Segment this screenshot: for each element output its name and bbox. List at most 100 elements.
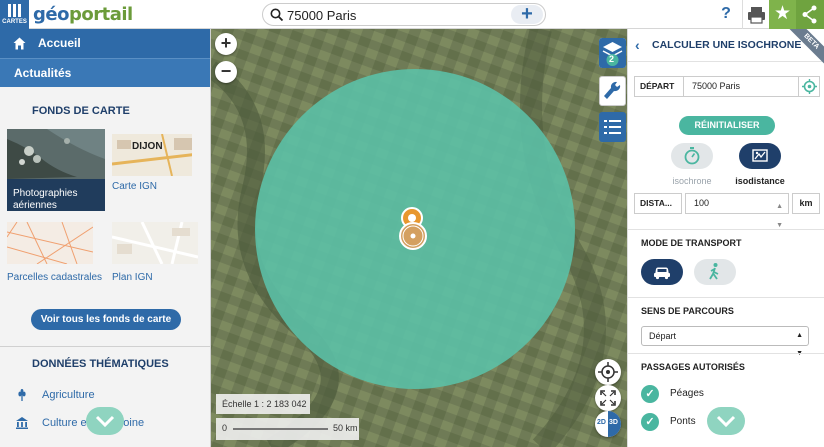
chevron-down-icon [95,415,115,428]
peages-checkbox[interactable]: ✓ [641,385,659,403]
distance-icon [752,149,768,162]
tile-label: Parcelles cadastrales [7,272,103,283]
share-button[interactable] [796,0,824,29]
scale-line [233,428,328,430]
see-all-basemaps-button[interactable]: Voir tous les fonds de carte [31,309,181,330]
print-button[interactable] [742,0,769,29]
target-icon [802,79,817,94]
layers-count-badge: 2 [609,54,615,64]
legend-button[interactable] [599,112,626,142]
menu-icon [0,4,29,17]
crosshair-icon [598,362,618,382]
layers-button[interactable]: 2 [599,38,626,68]
search-bar: + [262,3,546,26]
zoom-in-button[interactable]: + [215,33,237,55]
fullscreen-button[interactable] [595,385,621,411]
cartes-menu-button[interactable]: CARTES [0,0,29,29]
aerial-photo-thumbnail [7,129,105,179]
toggle-3d-label: 3D [609,419,618,426]
ponts-checkbox[interactable]: ✓ [641,413,659,431]
locate-departure-button[interactable] [798,77,819,96]
expand-icon [600,390,616,406]
museum-icon [16,417,28,429]
divider [628,353,824,354]
search-icon[interactable] [270,8,284,22]
distance-unit-select[interactable]: km [792,193,820,214]
back-chevron-icon[interactable]: ‹ [635,37,640,53]
stopwatch-icon [684,147,700,165]
scale-km-label: 50 km [333,423,358,433]
departure-field: DÉPART 75000 Paris [634,76,820,97]
theme-item-agriculture[interactable]: Agriculture [0,381,210,409]
cartes-label: CARTES [2,19,27,25]
map-city-label: DIJON [132,141,163,152]
plan-ign-thumbnail [111,221,199,265]
scale-ratio: Échelle 1 : 2 183 042 [216,394,310,414]
print-icon [748,7,765,24]
wrench-icon [604,81,621,99]
chevron-down-icon [716,415,736,428]
cadastre-thumbnail [6,221,94,265]
departure-marker[interactable] [396,204,430,252]
star-icon: ★ [773,3,792,24]
sidebar-item-accueil[interactable]: Accueil [0,29,210,58]
distance-label: DISTA... [634,193,682,214]
toggle-2d-3d-button[interactable]: 2D 3D [595,411,621,437]
geolocate-button[interactable] [595,359,621,385]
panel-header: ‹ CALCULER UNE ISOCHRONE BETA [628,29,824,68]
help-button[interactable]: ? [715,5,737,25]
isochrone-mode-button[interactable] [671,143,713,169]
favorite-button[interactable]: ★ [769,0,796,29]
passages-title: PASSAGES AUTORISÉS [641,362,745,372]
tools-button[interactable] [599,76,626,106]
divider [628,297,824,298]
isochrone-mode-label: isochrone [672,176,712,186]
left-sidebar: Accueil Actualités FONDS DE CARTE Photog… [0,29,211,447]
reset-button[interactable]: RÉINITIALISER [679,116,775,135]
geoportail-logo[interactable]: géoportail [33,4,133,25]
sens-parcours-value: Départ [649,331,677,341]
share-icon [802,5,817,24]
toggle-2d-label: 2D [597,419,606,426]
ponts-label: Ponts [670,416,696,427]
sidebar-scroll-down-button[interactable] [86,407,124,435]
theme-label: Agriculture [42,389,95,401]
peages-label: Péages [670,388,704,399]
basemap-tile-photographies[interactable]: Photographies aériennes [7,129,105,211]
departure-label: DÉPART [635,77,684,96]
sidebar-item-actualites[interactable]: Actualités [0,58,210,87]
search-input[interactable] [287,6,507,24]
search-options-button[interactable]: + [511,4,543,24]
home-icon [13,37,26,50]
scale-zero-label: 0 [222,423,228,433]
fonds-de-carte-title: FONDS DE CARTE [32,105,130,117]
distance-field: DISTA... 100 ▲ ▼ km [634,193,820,229]
panel-scroll-down-button[interactable] [707,407,745,435]
tile-label: Photographies aériennes [13,188,78,211]
car-icon [654,267,670,280]
wheat-icon [18,389,26,401]
isodistance-mode-button[interactable] [739,143,781,169]
divider [628,229,824,230]
top-bar: CARTES géoportail + ? ★ [0,0,824,29]
departure-input[interactable]: 75000 Paris [692,77,740,96]
basemap-tile-plan-ign[interactable]: Plan IGN [111,217,199,299]
pedestrian-transport-button[interactable] [694,259,736,285]
distance-value: 100 [694,198,710,208]
list-icon [604,120,621,134]
car-transport-button[interactable] [641,259,683,285]
carte-ign-thumbnail: DIJON [112,134,192,176]
walk-icon [709,263,719,280]
tile-label: Carte IGN [112,181,158,192]
scale-bar: 0 50 km [216,418,359,440]
map-view[interactable]: + − 2 2D 3D Échelle 1 : 2 183 042 0 50 k… [211,29,627,447]
basemap-tile-parcelles[interactable]: Parcelles cadastrales [6,217,105,299]
isodistance-mode-label: isodistance [735,176,785,186]
tile-label: Plan IGN [112,272,153,283]
basemap-tiles: Photographies aériennes DIJON Carte IGN … [0,129,210,299]
basemap-tile-carte-ign[interactable]: DIJON Carte IGN [112,129,198,211]
transport-mode-title: MODE DE TRANSPORT [641,238,742,248]
sens-parcours-select[interactable]: Départ ▲▼ [641,326,809,357]
distance-input[interactable]: 100 ▲ ▼ [685,193,789,229]
zoom-out-button[interactable]: − [215,61,237,83]
